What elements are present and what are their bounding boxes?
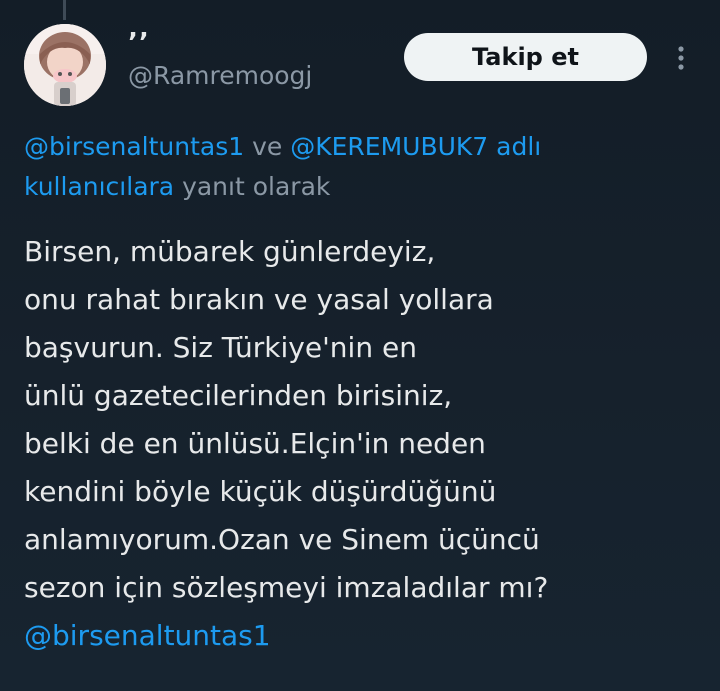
reply-suffix-text[interactable]: adlı [488,132,541,161]
reply-context: @birsenaltuntas1 ve @KEREMUBUK7 adlı kull… [24,127,684,207]
tweet-text-line: anlamıyorum.Ozan ve Sinem üçüncü [24,523,540,556]
tweet-text-line: Birsen, mübarek günlerdeyiz, [24,235,436,268]
tweet-text-line: sezon için sözleşmeyi imzaladılar mı? [24,571,549,604]
tweet-mention-link[interactable]: @birsenaltuntas1 [24,612,704,660]
tweet-text-line: onu rahat bırakın ve yasal yollara [24,283,494,316]
thread-connector-line [63,0,66,20]
more-vertical-icon[interactable] [666,43,696,73]
reply-suffix-text: yanıt olarak [174,172,331,201]
author-display-name[interactable]: ’’ [128,30,150,56]
reply-users-link[interactable]: kullanıcılara [24,172,174,201]
tweet-text-line: başvurun. Siz Türkiye'nin en [24,331,417,364]
follow-button[interactable]: Takip et [404,33,647,81]
author-handle[interactable]: @Ramremoogj [128,60,312,92]
tweet-text-line: belki de en ünlüsü.Elçin'in neden [24,427,486,460]
avatar-photo-icon [24,24,106,106]
tweet-text-line: kendini böyle küçük düşürdüğünü [24,475,497,508]
tweet-text: Birsen, mübarek günlerdeyiz, onu rahat b… [24,228,704,660]
avatar[interactable] [24,24,106,106]
reply-connector-text: ve [244,132,291,161]
reply-mention-link[interactable]: @birsenaltuntas1 [24,132,244,161]
tweet-text-line: ünlü gazetecilerinden birisiniz, [24,379,453,412]
reply-mention-link[interactable]: @KEREMUBUK7 [290,132,488,161]
